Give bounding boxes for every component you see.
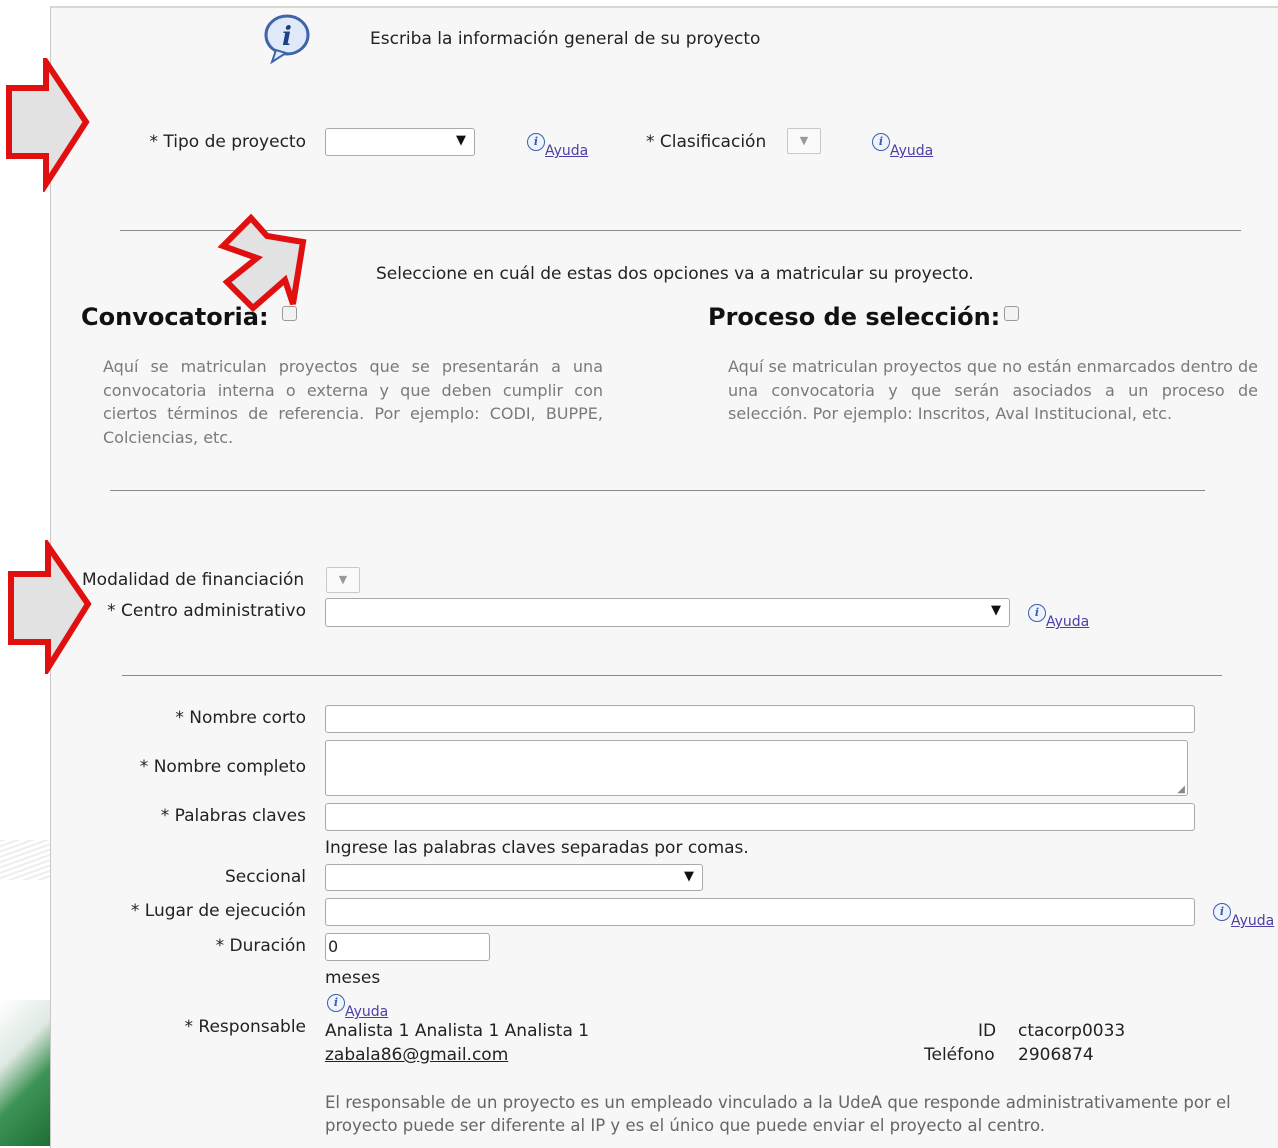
responsable-id-label: ID xyxy=(978,1021,997,1041)
chevron-down-icon: ▼ xyxy=(338,573,348,586)
divider xyxy=(110,490,1205,491)
seccional-label: Seccional xyxy=(225,867,306,887)
lugar-help[interactable]: iAyuda xyxy=(1213,903,1274,929)
palabras-hint: Ingrese las palabras claves separadas po… xyxy=(325,838,749,858)
responsable-note-line1: El responsable de un proyecto es un empl… xyxy=(325,1093,1231,1112)
info-icon: i xyxy=(872,133,890,151)
responsable-tel-value: 2906874 xyxy=(1018,1045,1094,1065)
info-icon: i xyxy=(1213,903,1231,921)
info-icon: i xyxy=(1028,604,1046,622)
responsable-id-value: ctacorp0033 xyxy=(1018,1021,1126,1041)
modalidad-label: Modalidad de financiación xyxy=(82,570,305,590)
palabras-label: * Palabras claves xyxy=(160,806,306,826)
left-edge-decoration-green xyxy=(0,1000,50,1146)
nombre-completo-label: * Nombre completo xyxy=(139,757,306,777)
chevron-down-icon: ▼ xyxy=(456,133,466,148)
tipo-proyecto-select[interactable]: ▼ xyxy=(325,128,475,156)
proceso-title: Proceso de selección: xyxy=(708,303,1001,331)
info-large-icon: i xyxy=(262,12,314,68)
duracion-value: 0 xyxy=(328,937,339,956)
convocatoria-title: Convocatoria: xyxy=(81,303,269,331)
proceso-checkbox[interactable] xyxy=(1004,306,1019,321)
help-link[interactable]: Ayuda xyxy=(1046,614,1089,630)
clasificacion-label: * Clasificación xyxy=(646,132,767,152)
modalidad-select[interactable]: ▼ xyxy=(326,567,360,593)
divider xyxy=(122,675,1222,676)
left-edge-decoration-lines xyxy=(0,840,50,880)
centro-label: * Centro administrativo xyxy=(107,601,306,621)
red-arrow-right-2 xyxy=(8,540,92,674)
responsable-label: * Responsable xyxy=(184,1017,306,1037)
options-instruction: Seleccione en cuál de estas dos opciones… xyxy=(376,264,974,284)
chevron-down-icon: ▼ xyxy=(991,603,1001,618)
help-link[interactable]: Ayuda xyxy=(545,143,588,159)
red-arrow-diagonal xyxy=(217,213,307,312)
lugar-label: * Lugar de ejecución xyxy=(130,901,306,921)
duracion-unit: meses xyxy=(325,968,381,988)
info-icon: i xyxy=(527,133,545,151)
centro-select[interactable]: ▼ xyxy=(325,598,1010,627)
responsable-note-line2: proyecto puede ser diferente al IP y es … xyxy=(325,1116,1046,1135)
chevron-down-icon: ▼ xyxy=(684,869,694,884)
svg-text:i: i xyxy=(282,22,292,52)
resize-handle-icon[interactable]: ◢ xyxy=(1177,784,1185,795)
chevron-down-icon: ▼ xyxy=(799,134,809,147)
convocatoria-description: Aquí se matriculan proyectos que se pres… xyxy=(103,357,603,447)
responsable-name: Analista 1 Analista 1 Analista 1 xyxy=(325,1021,590,1041)
nombre-completo-textarea[interactable]: ◢ xyxy=(325,740,1188,796)
tipo-help[interactable]: iAyuda xyxy=(527,133,588,159)
red-arrow-right-1 xyxy=(6,58,90,192)
palabras-input[interactable] xyxy=(325,803,1195,831)
nombre-corto-label: * Nombre corto xyxy=(175,708,306,728)
centro-help[interactable]: iAyuda xyxy=(1028,604,1089,630)
proceso-description: Aquí se matriculan proyectos que no está… xyxy=(728,357,1258,423)
help-link[interactable]: Ayuda xyxy=(890,143,933,159)
help-link[interactable]: Ayuda xyxy=(345,1004,388,1020)
tipo-proyecto-label: * Tipo de proyecto xyxy=(149,132,306,152)
clasificacion-select[interactable]: ▼ xyxy=(787,128,821,154)
duracion-help[interactable]: iAyuda xyxy=(327,994,388,1020)
convocatoria-checkbox[interactable] xyxy=(282,306,297,321)
help-link[interactable]: Ayuda xyxy=(1231,913,1274,929)
intro-text: Escriba la información general de su pro… xyxy=(370,29,761,49)
responsable-email-link[interactable]: zabala86@gmail.com xyxy=(325,1045,508,1065)
responsable-tel-label: Teléfono xyxy=(924,1045,995,1065)
nombre-corto-input[interactable] xyxy=(325,705,1195,733)
clasificacion-help[interactable]: iAyuda xyxy=(872,133,933,159)
info-icon: i xyxy=(327,994,345,1012)
duracion-input[interactable]: 0 xyxy=(325,933,490,961)
duracion-label: * Duración xyxy=(215,936,306,956)
seccional-select[interactable]: ▼ xyxy=(325,864,703,891)
lugar-input[interactable] xyxy=(325,898,1195,926)
